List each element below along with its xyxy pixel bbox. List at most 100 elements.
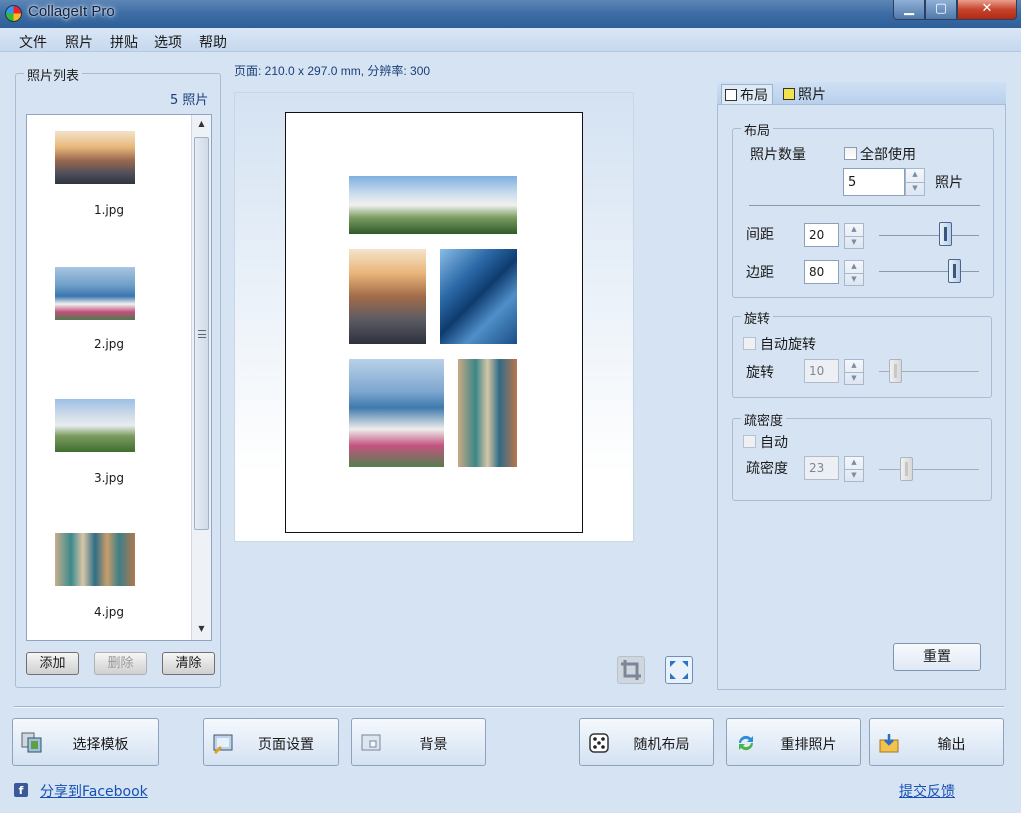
spacing-slider-thumb[interactable] [939,222,952,246]
layout-icon [725,89,737,101]
app-logo-icon [5,5,22,22]
use-all-checkbox[interactable] [844,147,857,160]
thumbnail-label: 3.jpg [93,471,125,485]
page-setup-button[interactable]: 页面设置 [203,718,339,766]
auto-density-label: 自动 [760,435,788,451]
photo-count-label: 照片数量 [750,147,806,163]
collage-photo-castle[interactable] [349,176,517,234]
thumbnail-label: 4.jpg [93,605,125,619]
tab-photo-label: 照片 [798,87,826,103]
margin-label: 边距 [746,265,774,281]
photo-count-input[interactable]: 5 [843,168,905,196]
rotation-label: 旋转 [746,365,774,381]
share-facebook-link[interactable]: 分享到Facebook [40,781,148,801]
density-slider-track[interactable] [879,469,979,470]
bottom-separator [14,706,1004,708]
photo-unit-label: 照片 [935,175,963,191]
tab-layout-label: 布局 [740,88,768,104]
spacing-slider-track[interactable] [879,235,979,236]
close-button[interactable]: ✕ [957,0,1017,20]
template-icon [21,732,43,754]
title-bar: CollageIt Pro ▁ ▢ ✕ [0,0,1021,28]
facebook-icon[interactable]: f [14,783,28,797]
maximize-button[interactable]: ▢ [925,0,957,20]
dice-icon [588,732,610,754]
photo-list[interactable]: 1.jpg 2.jpg 3.jpg 4.jpg ▲ ▼ [26,114,212,641]
thumbnail-2[interactable] [55,267,135,320]
collage-photo-building[interactable] [440,249,517,344]
export-icon [878,732,900,754]
spacing-label: 间距 [746,227,774,243]
rotation-stepper[interactable]: ▲ ▼ [844,359,864,385]
photo-list-title: 照片列表 [24,65,83,84]
divider [749,205,980,206]
layout-group-title: 布局 [741,120,774,139]
fit-screen-icon[interactable] [665,656,693,684]
select-template-button[interactable]: 选择模板 [12,718,159,766]
menu-bar: 文件 照片 拼贴 选项 帮助 [0,28,1021,52]
add-button[interactable]: 添加 [26,652,79,675]
scroll-up-icon[interactable]: ▲ [192,115,211,133]
select-template-label: 选择模板 [72,737,129,753]
photo-icon [783,88,795,100]
rotation-slider-thumb[interactable] [889,359,902,383]
rotation-group-title: 旋转 [741,308,774,327]
rotation-input[interactable]: 10 [804,359,839,383]
collage-page[interactable] [285,112,583,533]
auto-rotate-checkbox[interactable] [743,337,756,350]
background-label: 背景 [419,737,448,753]
menu-options[interactable]: 选项 [154,32,182,52]
thumbnail-label: 1.jpg [93,203,125,217]
menu-help[interactable]: 帮助 [199,32,227,52]
collage-photo-santorini[interactable] [349,359,444,467]
thumbnail-4[interactable] [55,533,135,586]
menu-file[interactable]: 文件 [19,32,47,52]
thumbnail-label: 2.jpg [93,337,125,351]
collage-photo-cafe[interactable] [458,359,517,467]
photo-count-stepper[interactable]: ▲ ▼ [905,168,925,196]
background-button[interactable]: 背景 [351,718,486,766]
shuffle-photos-label: 重排照片 [780,737,837,753]
thumbnail-1[interactable] [55,131,135,184]
feedback-link[interactable]: 提交反馈 [899,781,955,801]
output-button[interactable]: 输出 [869,718,1004,766]
reset-button[interactable]: 重置 [893,643,981,671]
tab-photo[interactable]: 照片 [780,84,830,106]
background-icon [360,732,382,754]
collage-photo-city[interactable] [349,249,426,344]
spacing-stepper[interactable]: ▲ ▼ [844,223,864,249]
page-setup-icon [212,732,234,754]
margin-stepper[interactable]: ▲ ▼ [844,260,864,286]
page-info: 页面: 210.0 x 297.0 mm, 分辨率: 300 [234,64,431,78]
shuffle-photos-button[interactable]: 重排照片 [726,718,861,766]
auto-rotate-label: 自动旋转 [760,337,816,353]
margin-slider-thumb[interactable] [948,259,961,283]
refresh-icon [735,732,757,754]
random-layout-button[interactable]: 随机布局 [579,718,714,766]
menu-photo[interactable]: 照片 [65,32,93,52]
scrollbar-thumb[interactable] [194,137,209,530]
photo-list-scrollbar[interactable]: ▲ ▼ [191,115,211,640]
output-label: 输出 [937,737,966,753]
window-title: CollageIt Pro [28,3,115,20]
density-slider-thumb[interactable] [900,457,913,481]
photo-count: 5 照片 [170,93,209,108]
rotation-group: 旋转 [732,308,992,398]
scroll-down-icon[interactable]: ▼ [192,620,211,638]
menu-collage[interactable]: 拼贴 [110,32,138,52]
delete-button[interactable]: 删除 [94,652,147,675]
density-label: 疏密度 [746,461,788,477]
thumbnail-3[interactable] [55,399,135,452]
crop-icon[interactable] [617,656,645,684]
margin-slider-track[interactable] [879,271,979,272]
auto-density-checkbox[interactable] [743,435,756,448]
density-input[interactable]: 23 [804,456,839,480]
margin-input[interactable]: 80 [804,260,839,284]
random-layout-label: 随机布局 [633,737,690,753]
minimize-button[interactable]: ▁ [893,0,925,20]
use-all-label: 全部使用 [860,147,916,163]
tab-layout[interactable]: 布局 [721,84,773,106]
clear-button[interactable]: 清除 [162,652,215,675]
spacing-input[interactable]: 20 [804,223,839,247]
density-stepper[interactable]: ▲ ▼ [844,456,864,482]
